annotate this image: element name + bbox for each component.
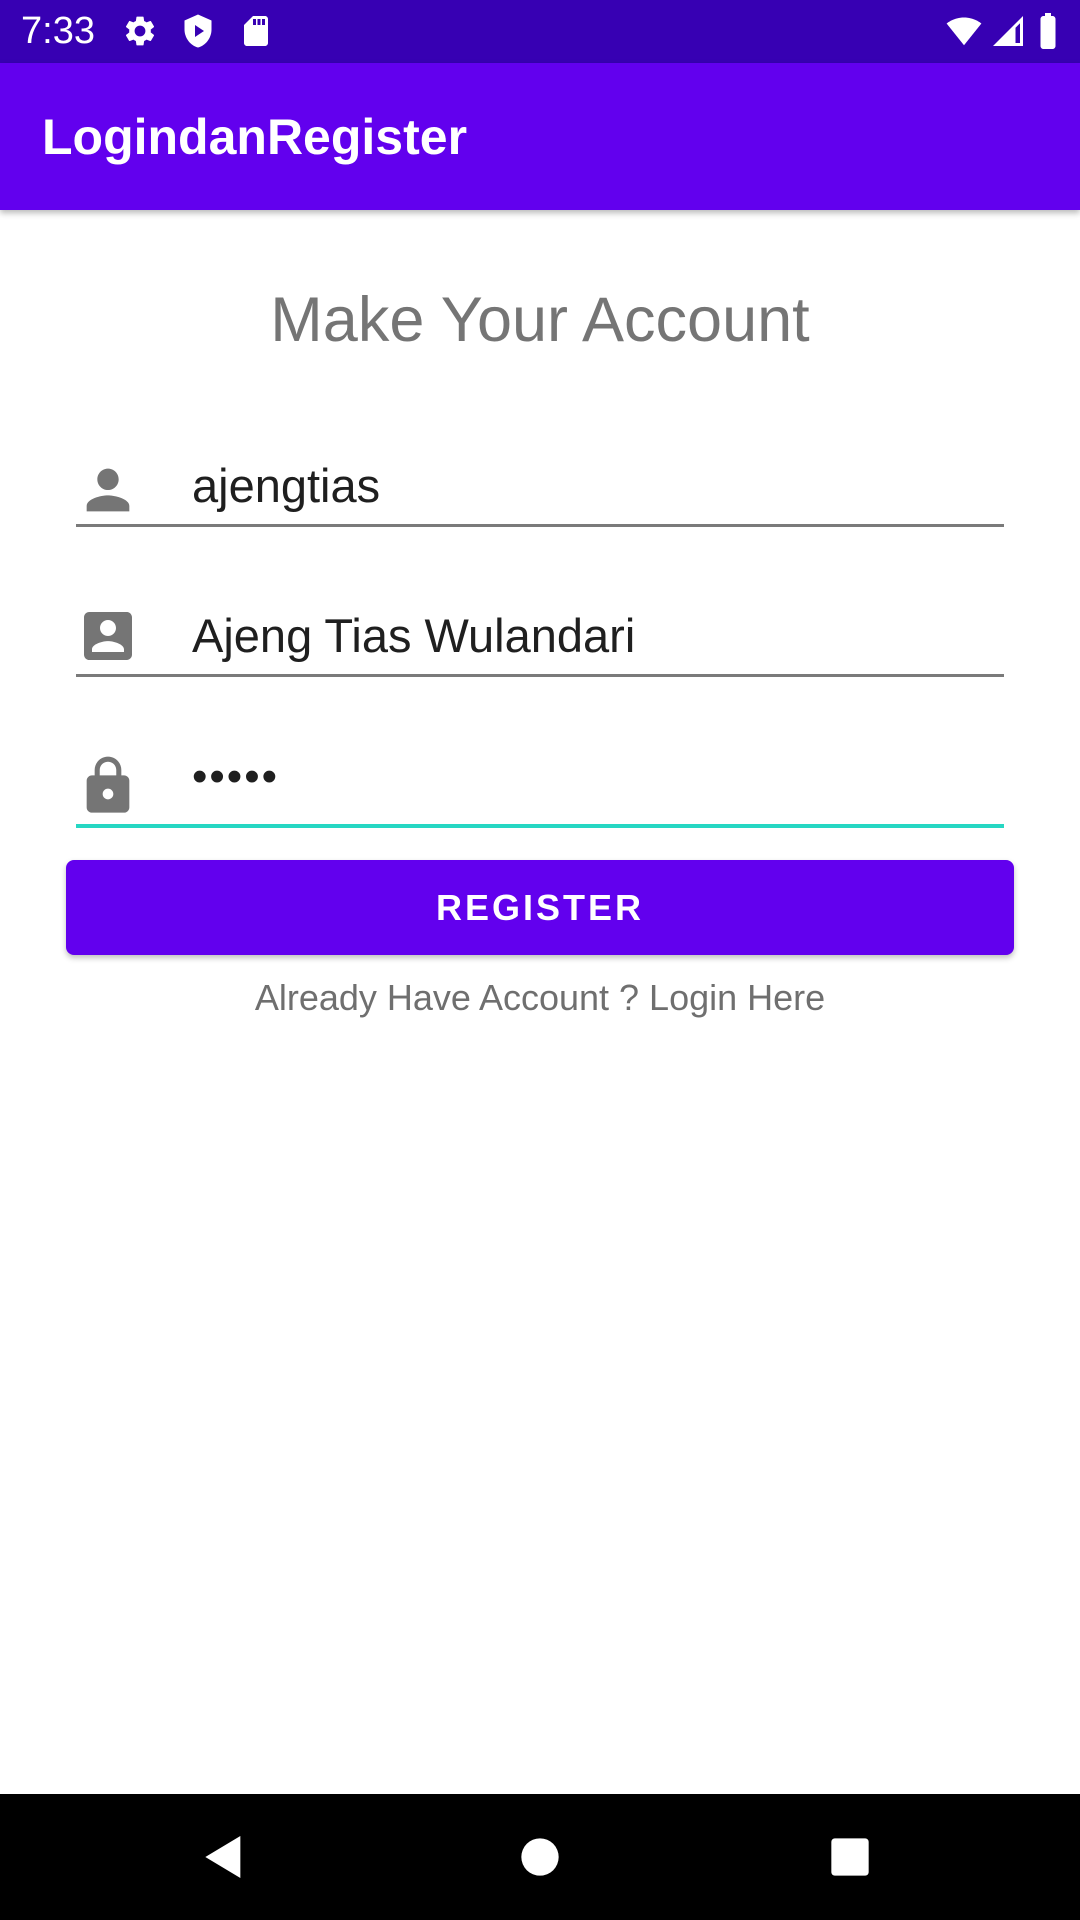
login-link[interactable]: Already Have Account ? Login Here xyxy=(0,974,1080,1022)
status-time: 7:33 xyxy=(21,10,95,52)
wifi-icon xyxy=(946,17,982,46)
password-input[interactable] xyxy=(192,752,994,802)
person-icon xyxy=(86,468,130,512)
username-input[interactable] xyxy=(192,458,994,513)
register-screen: 7:33 LogindanRegister Make Your Account xyxy=(0,0,1080,1920)
gear-icon xyxy=(125,16,155,46)
page-title: Make Your Account xyxy=(270,285,810,355)
sd-card-icon xyxy=(244,16,268,46)
battery-icon xyxy=(1040,13,1056,49)
app-title: LogindanRegister xyxy=(42,109,468,165)
navigation-bar xyxy=(0,1794,1080,1920)
shield-play-icon xyxy=(184,14,212,48)
account-box-icon xyxy=(84,612,132,660)
signal-icon xyxy=(993,16,1023,46)
register-button[interactable]: REGISTER xyxy=(66,860,1014,955)
lock-icon xyxy=(86,756,130,813)
home-icon[interactable] xyxy=(512,1829,568,1885)
recents-icon[interactable] xyxy=(822,1829,878,1885)
app-bar: LogindanRegister xyxy=(0,63,1080,210)
fullname-input[interactable] xyxy=(192,608,994,663)
back-icon[interactable] xyxy=(196,1829,252,1885)
username-field xyxy=(76,424,1004,527)
status-bar: 7:33 xyxy=(0,0,1080,63)
password-field xyxy=(76,724,1004,828)
fullname-field xyxy=(76,574,1004,677)
